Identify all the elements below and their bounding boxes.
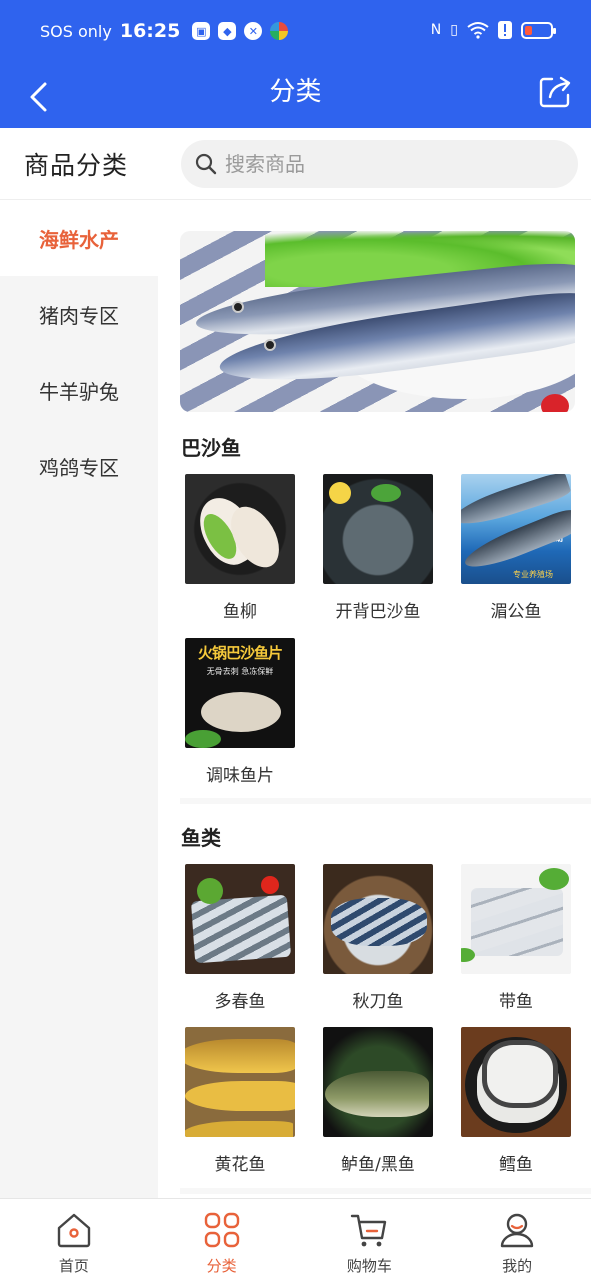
product-label: 带鱼 [499, 992, 533, 1012]
share-button[interactable] [535, 70, 575, 114]
product-tile-cod[interactable]: 鳕鱼 [447, 1027, 585, 1175]
tab-cart[interactable]: 购物车 [296, 1199, 444, 1280]
home-icon [55, 1211, 93, 1249]
sidebar-item-poultry[interactable]: 鸡鸽专区 [0, 428, 158, 504]
alert-icon [498, 21, 512, 39]
product-tile-bass[interactable]: 鲈鱼/黑鱼 [309, 1027, 447, 1175]
product-image [461, 864, 571, 974]
block-icon: ✕ [244, 22, 263, 40]
tab-label: 分类 [206, 1257, 237, 1275]
grid-icon [203, 1211, 241, 1249]
image-subtitle: 无骨去刺 急冻保鲜 [206, 667, 274, 676]
tab-label: 我的 [502, 1257, 533, 1275]
product-image [185, 474, 295, 584]
tab-mine[interactable]: 我的 [443, 1199, 591, 1280]
status-bar: SOS only 16:25 ▣ ◆ ✕ N ▯ [0, 0, 591, 66]
sidebar-item-beef-lamb[interactable]: 牛羊驴兔 [0, 352, 158, 428]
section-title-basa: 巴沙鱼 [181, 436, 241, 460]
product-tile-seasoned-fish-slices[interactable]: 火锅巴沙鱼片 无骨去刺 急冻保鲜 调味鱼片 [171, 638, 309, 786]
image-caption: 专业养殖场 [513, 570, 553, 579]
seafood-banner-image[interactable] [180, 231, 575, 412]
product-image [323, 1027, 433, 1137]
category-header: 商品分类 [0, 128, 591, 200]
user-icon [498, 1211, 536, 1249]
status-right: N ▯ [430, 21, 556, 39]
product-image [323, 864, 433, 974]
product-image [185, 864, 295, 974]
app-notification-icon [270, 22, 289, 40]
carrier-text: SOS only [40, 21, 112, 41]
product-label: 鲈鱼/黑鱼 [341, 1155, 415, 1175]
page-title: 分类 [269, 77, 322, 107]
nav-bar: 分类 [0, 66, 591, 128]
category-heading: 商品分类 [24, 151, 129, 180]
section-divider [180, 1188, 591, 1194]
cart-icon [350, 1211, 388, 1249]
share-icon [539, 76, 571, 108]
product-label: 鳕鱼 [499, 1155, 533, 1175]
product-image [185, 1027, 295, 1137]
search-input[interactable] [225, 152, 555, 176]
category-content: 巴沙鱼 鱼柳 开背巴沙鱼 鲜活 湖 专业养殖场 湄公鱼 火锅巴沙鱼片 无骨去刺 … [158, 200, 591, 1198]
nfc-icon: N [430, 22, 442, 38]
product-image: 火锅巴沙鱼片 无骨去刺 急冻保鲜 [185, 638, 295, 748]
shield-icon: ◆ [218, 22, 237, 40]
image-title: 火锅巴沙鱼片 [197, 644, 283, 662]
section-title-fish: 鱼类 [181, 826, 221, 850]
product-label: 多春鱼 [214, 992, 266, 1012]
product-label: 调味鱼片 [206, 766, 274, 786]
product-tile-hairtail[interactable]: 带鱼 [447, 864, 585, 1012]
product-tile-yellow-croaker[interactable]: 黄花鱼 [171, 1027, 309, 1175]
tab-label: 购物车 [346, 1257, 392, 1275]
product-tile-open-back-basa[interactable]: 开背巴沙鱼 [309, 474, 447, 622]
product-tile-mekong-fish[interactable]: 鲜活 湖 专业养殖场 湄公鱼 [447, 474, 585, 622]
product-label: 鱼柳 [223, 602, 257, 622]
section-divider [180, 798, 591, 804]
image-tag: 鲜活 湖 [529, 533, 563, 544]
product-image: 鲜活 湖 专业养殖场 [461, 474, 571, 584]
search-icon [195, 153, 217, 175]
tab-category[interactable]: 分类 [148, 1199, 296, 1280]
tab-home[interactable]: 首页 [0, 1199, 148, 1280]
battery-icon [521, 21, 556, 39]
product-tile-capelin[interactable]: 多春鱼 [171, 864, 309, 1012]
search-bar[interactable] [181, 140, 578, 188]
product-label: 黄花鱼 [214, 1155, 266, 1175]
category-sidebar: 海鲜水产 猪肉专区 牛羊驴兔 鸡鸽专区 [0, 200, 158, 1198]
product-label: 湄公鱼 [490, 602, 542, 622]
product-image [323, 474, 433, 584]
product-tile-fish-fillet[interactable]: 鱼柳 [171, 474, 309, 622]
sidebar-item-seafood[interactable]: 海鲜水产 [0, 200, 158, 276]
game-icon: ▣ [192, 22, 211, 40]
vibrate-icon: ▯ [450, 22, 458, 38]
product-tile-saury[interactable]: 秋刀鱼 [309, 864, 447, 1012]
product-image [461, 1027, 571, 1137]
wifi-icon [467, 21, 489, 39]
clock-time: 16:25 [119, 20, 181, 42]
product-label: 开背巴沙鱼 [335, 602, 421, 622]
sidebar-item-pork[interactable]: 猪肉专区 [0, 276, 158, 352]
status-left: SOS only 16:25 ▣ ◆ ✕ [40, 20, 289, 42]
bottom-tab-bar: 首页 分类 购物车 我的 [0, 1198, 591, 1280]
tab-label: 首页 [58, 1257, 89, 1275]
product-label: 秋刀鱼 [352, 992, 404, 1012]
